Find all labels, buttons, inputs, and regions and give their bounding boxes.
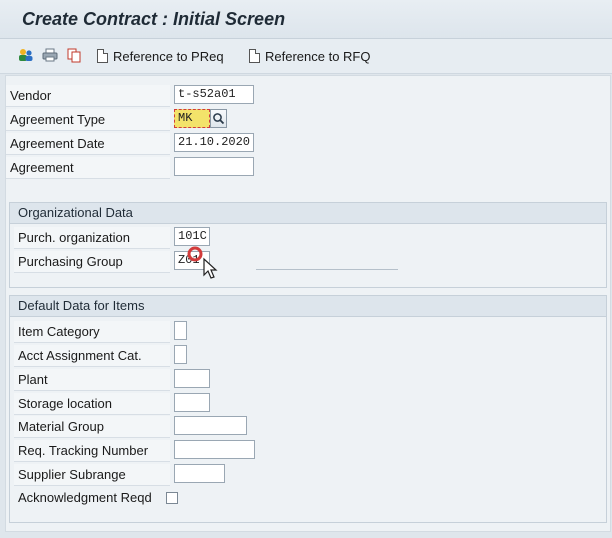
material-group-field[interactable]	[174, 416, 247, 435]
page-title: Create Contract : Initial Screen	[22, 9, 286, 29]
copy-icon[interactable]	[66, 47, 82, 63]
req-tracking-number-field[interactable]	[174, 440, 255, 459]
agreement-label: Agreement	[6, 157, 170, 179]
purchasing-group-description	[256, 269, 398, 270]
document-icon	[97, 49, 108, 63]
purchasing-group-label: Purchasing Group	[14, 251, 170, 273]
main-content: Vendor t-s52a01 Agreement Type MK Agreem…	[5, 75, 611, 532]
mouse-cursor-icon	[187, 246, 218, 279]
magnifier-icon	[213, 113, 225, 125]
storage-location-field[interactable]	[174, 393, 210, 412]
item-category-label: Item Category	[14, 321, 170, 343]
organizational-data-title: Organizational Data	[10, 203, 606, 224]
plant-label: Plant	[14, 369, 170, 391]
agreement-type-label: Agreement Type	[6, 109, 170, 131]
document-icon	[249, 49, 260, 63]
req-tracking-number-label: Req. Tracking Number	[14, 440, 170, 462]
acct-assignment-cat-field[interactable]	[174, 345, 187, 364]
agreement-date-field[interactable]: 21.10.2020	[174, 133, 254, 152]
default-data-items-group: Default Data for Items Item Category Acc…	[9, 295, 607, 523]
acct-assignment-cat-label: Acct Assignment Cat.	[14, 345, 170, 367]
acknowledgment-reqd-label: Acknowledgment Reqd	[18, 490, 152, 505]
organizational-data-group: Organizational Data Purch. organization …	[9, 202, 607, 288]
plant-field[interactable]	[174, 369, 210, 388]
agreement-type-field[interactable]: MK	[174, 109, 210, 128]
storage-location-label: Storage location	[14, 393, 170, 415]
people-icon[interactable]	[18, 47, 34, 63]
supplier-subrange-label: Supplier Subrange	[14, 464, 170, 486]
search-help-button[interactable]	[210, 109, 227, 128]
vendor-field[interactable]: t-s52a01	[174, 85, 254, 104]
print-icon[interactable]	[42, 47, 58, 63]
application-toolbar: Reference to PReq Reference to RFQ	[0, 39, 612, 74]
acknowledgment-reqd-checkbox[interactable]	[166, 492, 178, 504]
vendor-label: Vendor	[6, 85, 170, 107]
default-data-items-title: Default Data for Items	[10, 296, 606, 317]
supplier-subrange-field[interactable]	[174, 464, 225, 483]
title-bar: Create Contract : Initial Screen	[0, 0, 612, 39]
purch-organization-label: Purch. organization	[14, 227, 170, 249]
reference-to-preq-label: Reference to PReq	[113, 48, 224, 64]
reference-to-rfq-button[interactable]: Reference to RFQ	[249, 47, 371, 65]
reference-to-preq-button[interactable]: Reference to PReq	[97, 47, 224, 65]
agreement-field[interactable]	[174, 157, 254, 176]
material-group-label: Material Group	[14, 416, 170, 438]
reference-to-rfq-label: Reference to RFQ	[265, 48, 371, 64]
item-category-field[interactable]	[174, 321, 187, 340]
agreement-date-label: Agreement Date	[6, 133, 170, 155]
